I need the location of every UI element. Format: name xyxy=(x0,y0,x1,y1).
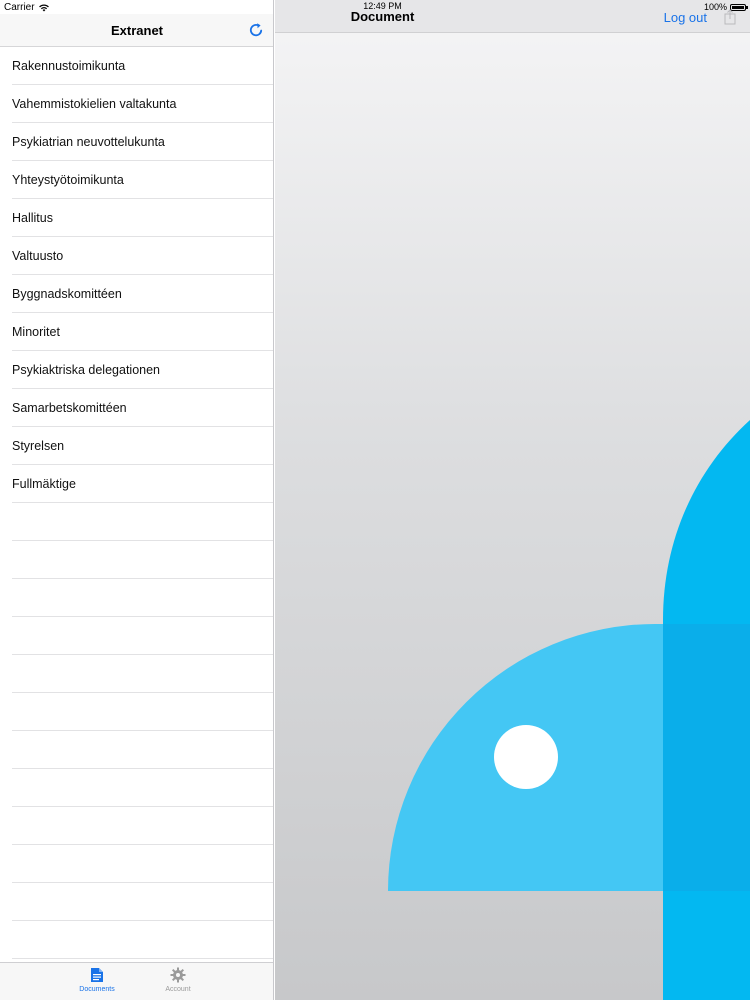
detail-title: Document xyxy=(350,9,415,24)
master-title: Extranet xyxy=(110,23,164,38)
empty-row xyxy=(0,693,273,731)
master-nav-bar: Extranet xyxy=(0,14,273,47)
empty-row xyxy=(0,617,273,655)
list-item[interactable]: Psykiaktriska delegationen xyxy=(0,351,273,389)
tab-documents[interactable]: Documents xyxy=(67,967,127,993)
master-panel: Carrier Extranet Rakennustoimikunta Vahem… xyxy=(0,0,274,1000)
refresh-icon[interactable] xyxy=(247,21,265,39)
tab-bar: Documents Account xyxy=(0,962,273,1000)
share-icon[interactable] xyxy=(724,9,736,25)
tab-account[interactable]: Account xyxy=(148,967,208,993)
wifi-icon xyxy=(38,4,49,12)
status-left: Carrier xyxy=(4,2,50,13)
list-item[interactable]: Valtuusto xyxy=(0,237,273,275)
carrier-label: Carrier xyxy=(4,2,35,13)
list-item[interactable]: Fullmäktige xyxy=(0,465,273,503)
document-icon xyxy=(91,968,103,982)
list-item[interactable]: Byggnadskomittéen xyxy=(0,275,273,313)
gear-icon xyxy=(170,967,186,983)
empty-row xyxy=(0,541,273,579)
list-item[interactable]: Hallitus xyxy=(0,199,273,237)
list-item[interactable]: Rakennustoimikunta xyxy=(0,47,273,85)
empty-row xyxy=(0,845,273,883)
document-list: Rakennustoimikunta Vahemmistokielien valt… xyxy=(0,47,273,959)
empty-row xyxy=(0,769,273,807)
empty-row xyxy=(0,503,273,541)
list-item[interactable]: Yhteystyötoimikunta xyxy=(0,161,273,199)
empty-row xyxy=(0,807,273,845)
placeholder-artwork xyxy=(388,420,750,1000)
list-item[interactable]: Psykiatrian neuvottelukunta xyxy=(0,123,273,161)
app-window: Carrier Extranet Rakennustoimikunta Vahem… xyxy=(0,0,750,1000)
list-item[interactable]: Styrelsen xyxy=(0,427,273,465)
detail-nav-bar: 12:49 PM Document Log out 100% xyxy=(275,0,750,33)
tab-documents-label: Documents xyxy=(79,986,115,993)
empty-row xyxy=(0,731,273,769)
shape-overlap xyxy=(663,624,750,891)
list-item[interactable]: Vahemmistokielien valtakunta xyxy=(0,85,273,123)
empty-row xyxy=(0,579,273,617)
tab-account-label: Account xyxy=(165,986,191,993)
empty-row xyxy=(0,655,273,693)
shape-dot xyxy=(494,725,558,789)
empty-row xyxy=(0,883,273,921)
logout-button[interactable]: Log out xyxy=(664,10,707,25)
detail-panel: 12:49 PM Document Log out 100% xyxy=(275,0,750,1000)
list-item[interactable]: Minoritet xyxy=(0,313,273,351)
list-item[interactable]: Samarbetskomittéen xyxy=(0,389,273,427)
empty-row xyxy=(0,921,273,959)
